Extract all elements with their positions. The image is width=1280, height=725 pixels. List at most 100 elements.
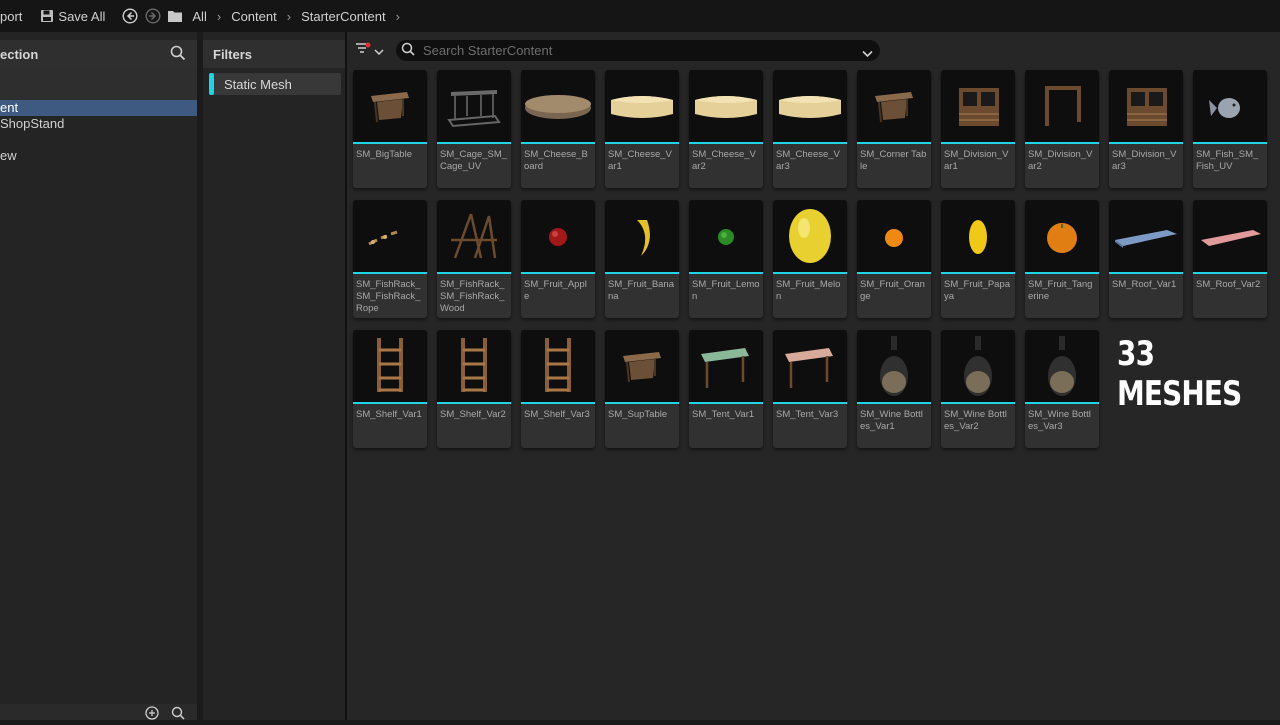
back-arrow-icon <box>122 8 138 24</box>
asset-tile[interactable]: SM_Cheese_Var1 <box>605 70 679 188</box>
asset-thumbnail-bottle-icon <box>857 330 931 402</box>
import-button[interactable]: port <box>0 0 22 32</box>
asset-label: SM_Division_Var1 <box>944 149 1009 172</box>
filter-chip-static-mesh[interactable]: Static Mesh <box>209 73 341 95</box>
asset-tile[interactable]: SM_Shelf_Var1 <box>353 330 427 448</box>
asset-label: SM_FishRack_SM_FishRack_Rope <box>356 279 421 314</box>
forward-button[interactable] <box>145 0 161 32</box>
asset-tile[interactable]: SM_Division_Var3 <box>1109 70 1183 188</box>
chevron-right-icon: › <box>286 8 292 24</box>
filter-color-bar <box>209 73 214 95</box>
search-icon[interactable] <box>170 45 186 64</box>
asset-label: SM_FishRack_SM_FishRack_Wood <box>440 279 505 314</box>
save-all-label: Save All <box>58 8 106 24</box>
asset-tile[interactable]: SM_Wine Bottles_Var2 <box>941 330 1015 448</box>
asset-tile[interactable]: SM_Division_Var2 <box>1025 70 1099 188</box>
asset-thumbnail-cheese-icon <box>605 70 679 142</box>
asset-tile[interactable]: SM_Fish_SM_Fish_UV <box>1193 70 1267 188</box>
asset-tile[interactable]: SM_Fruit_Tangerine <box>1025 200 1099 318</box>
asset-tile[interactable]: SM_Fruit_Papaya <box>941 200 1015 318</box>
asset-thumbnail-orange-icon <box>857 200 931 272</box>
asset-thumbnail-banana-icon <box>605 200 679 272</box>
asset-tile[interactable]: SM_Fruit_Orange <box>857 200 931 318</box>
asset-thumbnail-shelf-icon <box>521 330 595 402</box>
asset-tile[interactable]: SM_Roof_Var1 <box>1109 200 1183 318</box>
tree-item-view[interactable]: ew <box>0 148 197 164</box>
chevron-down-icon <box>374 43 384 61</box>
asset-toolbar <box>347 32 1280 68</box>
top-toolbar: port Save All All › Content › StarterCon… <box>0 0 1280 32</box>
sources-header: ection <box>0 40 197 68</box>
tree-item-content[interactable]: ent <box>0 100 197 116</box>
asset-thumbnail-apple-icon <box>521 200 595 272</box>
asset-tile[interactable]: SM_Division_Var1 <box>941 70 1015 188</box>
tree-item-shopstand[interactable]: ShopStand <box>0 116 197 132</box>
search-icon <box>401 42 415 59</box>
asset-label: SM_Tent_Var1 <box>692 409 755 420</box>
asset-thumbnail-tent-green-icon <box>689 330 763 402</box>
asset-tile[interactable]: SM_Wine Bottles_Var1 <box>857 330 931 448</box>
back-button[interactable] <box>122 0 138 32</box>
asset-tile[interactable]: SM_Corner Table <box>857 70 931 188</box>
breadcrumb-all[interactable]: All <box>183 9 212 24</box>
tree-item[interactable] <box>0 132 197 148</box>
asset-thumbnail-papaya-icon <box>941 200 1015 272</box>
asset-tile[interactable]: SM_Fruit_Banana <box>605 200 679 318</box>
asset-tile[interactable]: SM_Cheese_Var2 <box>689 70 763 188</box>
mesh-count-overlay: 33 MESHES <box>1117 334 1242 414</box>
asset-tile[interactable]: SM_Cheese_Board <box>521 70 595 188</box>
save-all-button[interactable]: Save All <box>40 0 105 32</box>
asset-label: SM_Corner Table <box>860 149 927 172</box>
asset-tile[interactable]: SM_FishRack_SM_FishRack_Rope <box>353 200 427 318</box>
asset-tile[interactable]: SM_Cage_SM_Cage_UV <box>437 70 511 188</box>
asset-tile[interactable]: SM_SupTable <box>605 330 679 448</box>
sources-footer <box>0 704 197 720</box>
asset-thumbnail-tent-pink-icon <box>773 330 847 402</box>
asset-thumbnail-roof-blue-icon <box>1109 200 1183 272</box>
asset-label: SM_Fruit_Papaya <box>944 279 1011 302</box>
tree-item[interactable] <box>0 84 197 100</box>
search-icon[interactable] <box>171 706 185 725</box>
asset-thumbnail-shelf-icon <box>353 330 427 402</box>
asset-tile[interactable]: SM_Shelf_Var2 <box>437 330 511 448</box>
asset-thumbnail-tangerine-icon <box>1025 200 1099 272</box>
asset-label: SM_Shelf_Var1 <box>356 409 422 420</box>
filter-chip-label: Static Mesh <box>224 76 292 92</box>
filters-panel: Filters Static Mesh <box>203 32 345 720</box>
search-input[interactable] <box>423 43 853 58</box>
asset-label: SM_Division_Var3 <box>1112 149 1177 172</box>
forward-arrow-icon <box>145 8 161 24</box>
add-icon[interactable] <box>145 706 159 725</box>
asset-tile[interactable]: SM_Cheese_Var3 <box>773 70 847 188</box>
breadcrumb-startercontent[interactable]: StarterContent <box>295 9 392 24</box>
chevron-down-icon[interactable] <box>862 46 873 61</box>
asset-label: SM_Shelf_Var3 <box>524 409 590 420</box>
folder-tree: ent ShopStand ew <box>0 68 197 164</box>
chevron-right-icon[interactable]: › <box>392 9 404 24</box>
asset-label: SM_Wine Bottles_Var2 <box>944 409 1007 432</box>
asset-label: SM_Shelf_Var2 <box>440 409 506 420</box>
asset-label: SM_Roof_Var2 <box>1196 279 1261 290</box>
asset-tile[interactable]: SM_Fruit_Melon <box>773 200 847 318</box>
tree-item[interactable] <box>0 68 197 84</box>
asset-thumbnail-table-icon <box>353 70 427 142</box>
asset-thumbnail-table-icon <box>857 70 931 142</box>
asset-tile[interactable]: SM_FishRack_SM_FishRack_Wood <box>437 200 511 318</box>
asset-label: SM_Cheese_Board <box>524 149 588 172</box>
asset-tile[interactable]: SM_Fruit_Lemon <box>689 200 763 318</box>
asset-label: SM_Cheese_Var1 <box>608 149 672 172</box>
filter-dropdown-button[interactable] <box>355 42 384 61</box>
asset-tile[interactable]: SM_Wine Bottles_Var3 <box>1025 330 1099 448</box>
asset-tile[interactable]: SM_Shelf_Var3 <box>521 330 595 448</box>
asset-tile[interactable]: SM_Fruit_Apple <box>521 200 595 318</box>
asset-label: SM_Wine Bottles_Var1 <box>860 409 923 432</box>
search-bar[interactable] <box>396 40 880 61</box>
asset-label: SM_Cheese_Var3 <box>776 149 840 172</box>
asset-tile[interactable]: SM_Tent_Var3 <box>773 330 847 448</box>
asset-tile[interactable]: SM_Roof_Var2 <box>1193 200 1267 318</box>
asset-tile[interactable]: SM_BigTable <box>353 70 427 188</box>
asset-tile[interactable]: SM_Tent_Var1 <box>689 330 763 448</box>
breadcrumb-content[interactable]: Content <box>225 9 283 24</box>
save-icon <box>40 9 54 23</box>
asset-label: SM_Cage_SM_Cage_UV <box>440 149 508 172</box>
